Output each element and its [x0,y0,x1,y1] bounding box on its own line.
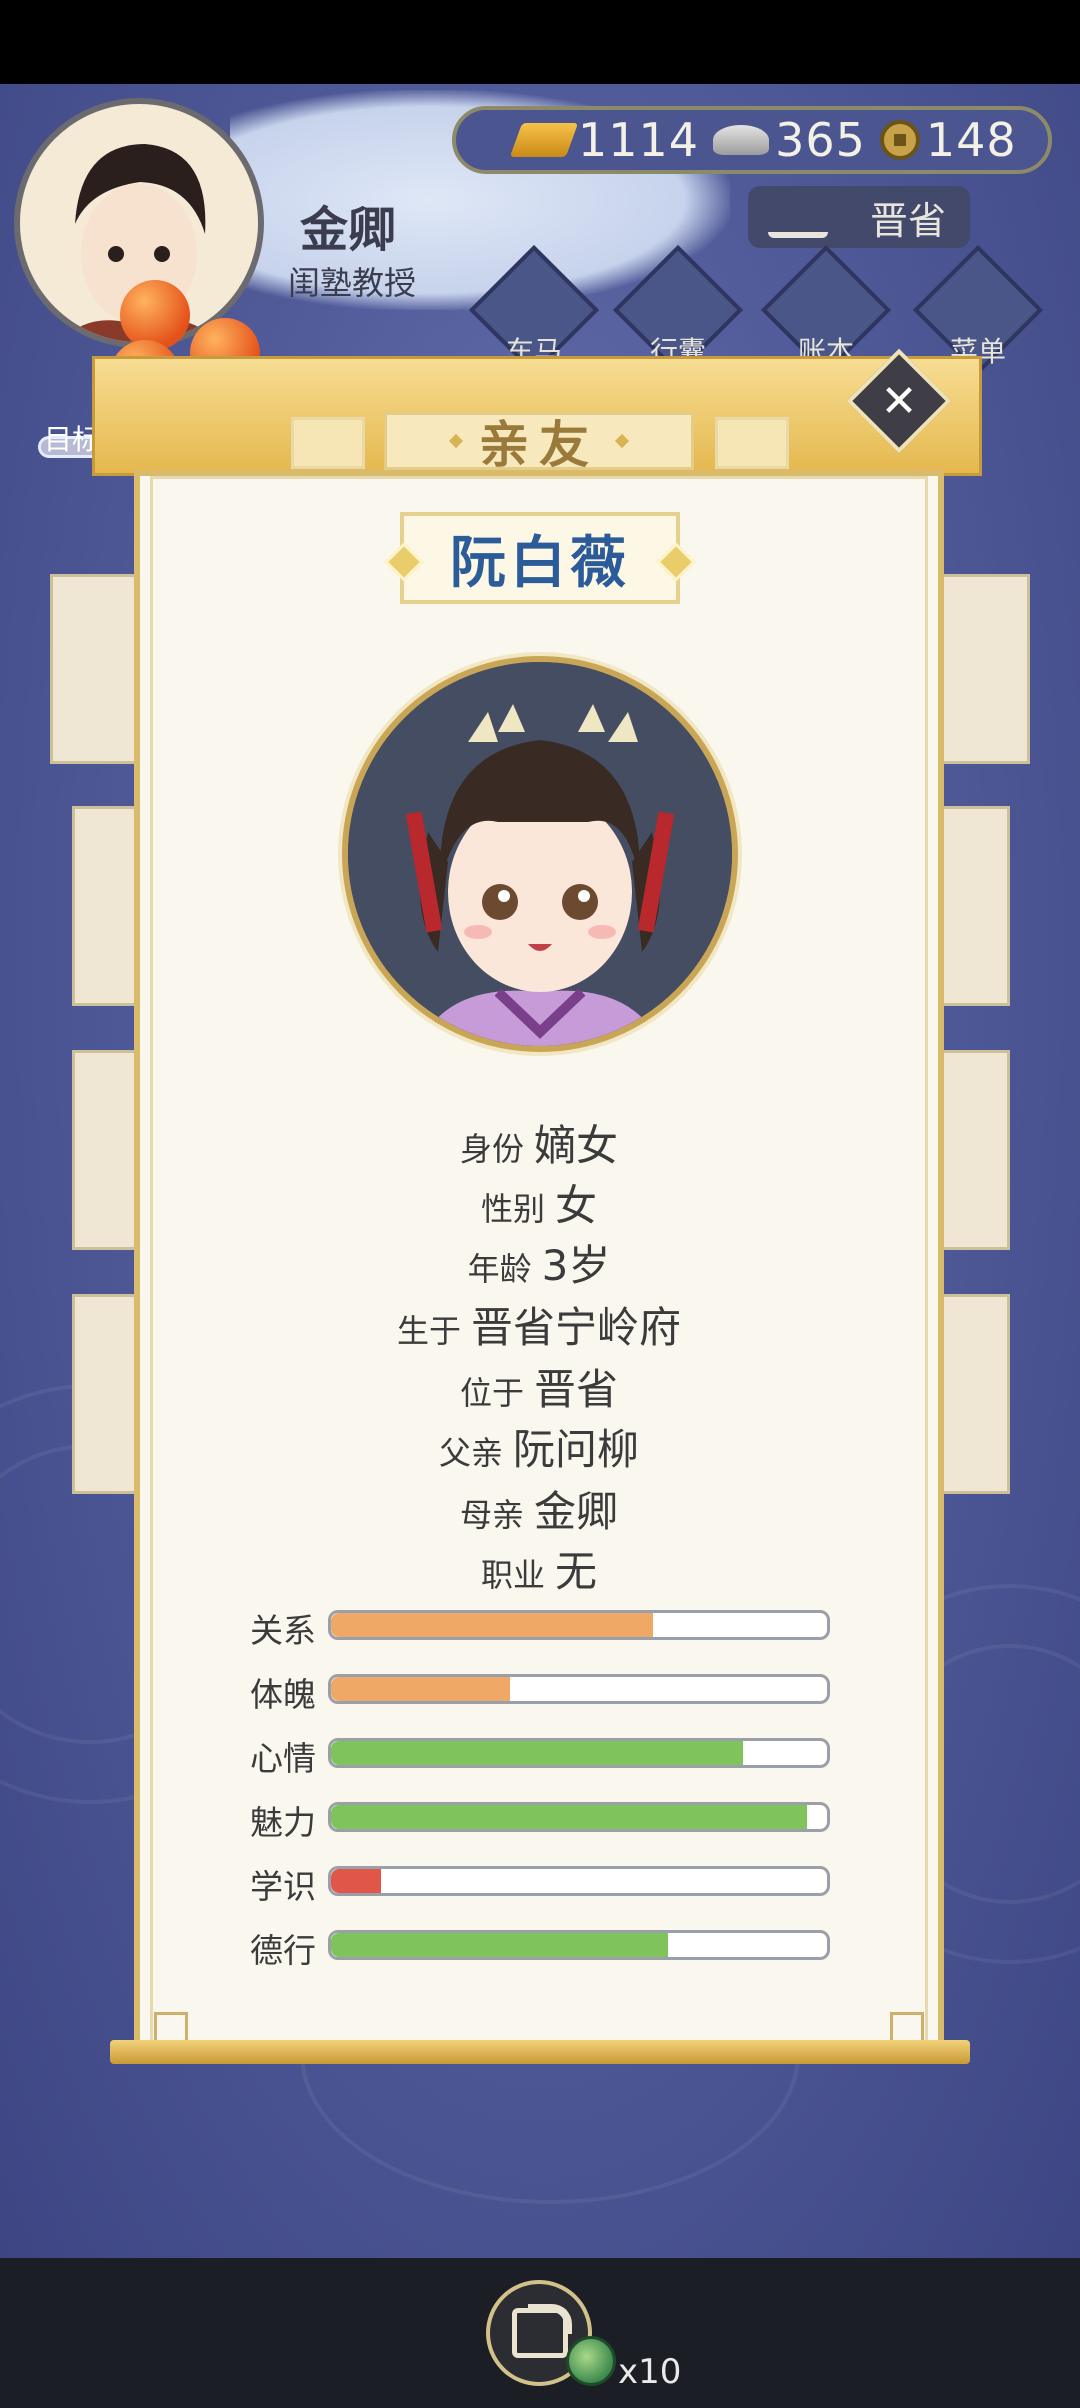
stat-label-mood: 心情 [250,1739,316,1778]
stat-fill-relationship [331,1613,654,1637]
gold-amount: 1114 [578,113,700,167]
info-row-gender: 性别女 [480,1181,598,1230]
info-row-identity: 身份 嫡女 [459,1121,619,1170]
stat-label-charm: 魅力 [250,1803,316,1842]
stat-bar-charm [328,1802,830,1832]
info-row-occupation: 职业无 [480,1547,598,1596]
location-label: 晋省 [869,198,946,243]
character-portrait [342,656,738,1052]
modal-title-box: 亲友 [384,412,694,474]
item-count: x10 [618,2352,682,2392]
stat-label-knowledge: 学识 [250,1867,316,1906]
currency-bar: 1114 365 148 [452,106,1052,174]
close-icon[interactable]: ✕ [862,364,936,438]
copper-coin-icon [879,120,920,160]
stat-bar-knowledge [328,1866,830,1896]
location-icon [768,194,828,238]
menu-button-bag[interactable]: 行囊 [612,244,744,376]
stat-label-physique: 体魄 [250,1675,316,1714]
stat-fill-virtue [331,1933,669,1957]
stat-fill-mood [331,1741,743,1765]
silver-amount: 365 [775,113,866,167]
character-name: 阮白薇 [450,530,630,596]
character-name-plate: 阮白薇 [400,512,680,604]
stat-label-relationship: 关系 [250,1611,316,1650]
gold-ingot-icon [509,123,579,157]
coin-amount: 148 [925,113,1017,167]
share-arrow [528,2304,572,2334]
status-bar [0,0,1080,84]
info-row-birthplace: 生于 晋省宁岭府 [396,1303,682,1352]
stat-fill-knowledge [331,1869,381,1893]
stat-label-virtue: 德行 [250,1931,316,1970]
stat-fill-physique [331,1677,510,1701]
menu-button-ledger[interactable]: 账本 [760,244,892,376]
stat-bar-physique [328,1674,830,1704]
info-row-age: 年龄 3岁 [467,1241,611,1290]
scroll-rod [110,2040,970,2064]
turtle-icon [566,2336,616,2386]
info-row-location: 位于 晋省 [459,1365,619,1414]
player-name: 金卿 [300,202,397,258]
location-button[interactable]: 晋省 [748,186,970,248]
candied-fruit-icon [120,280,190,350]
stat-bar-relationship [328,1610,830,1640]
info-row-mother: 母亲 金卿 [459,1487,619,1536]
menu-button-menu[interactable]: 菜单 [912,244,1044,376]
player-title: 闺塾教授 [288,264,417,302]
info-row-father: 父亲 阮问柳 [438,1425,640,1474]
stat-bar-mood [328,1738,830,1768]
silver-ingot-icon [713,125,770,155]
modal-title: 亲友 [479,416,599,474]
stat-fill-charm [331,1805,808,1829]
stat-bar-virtue [328,1930,830,1960]
menu-button-carriage[interactable]: 车马 [468,244,600,376]
